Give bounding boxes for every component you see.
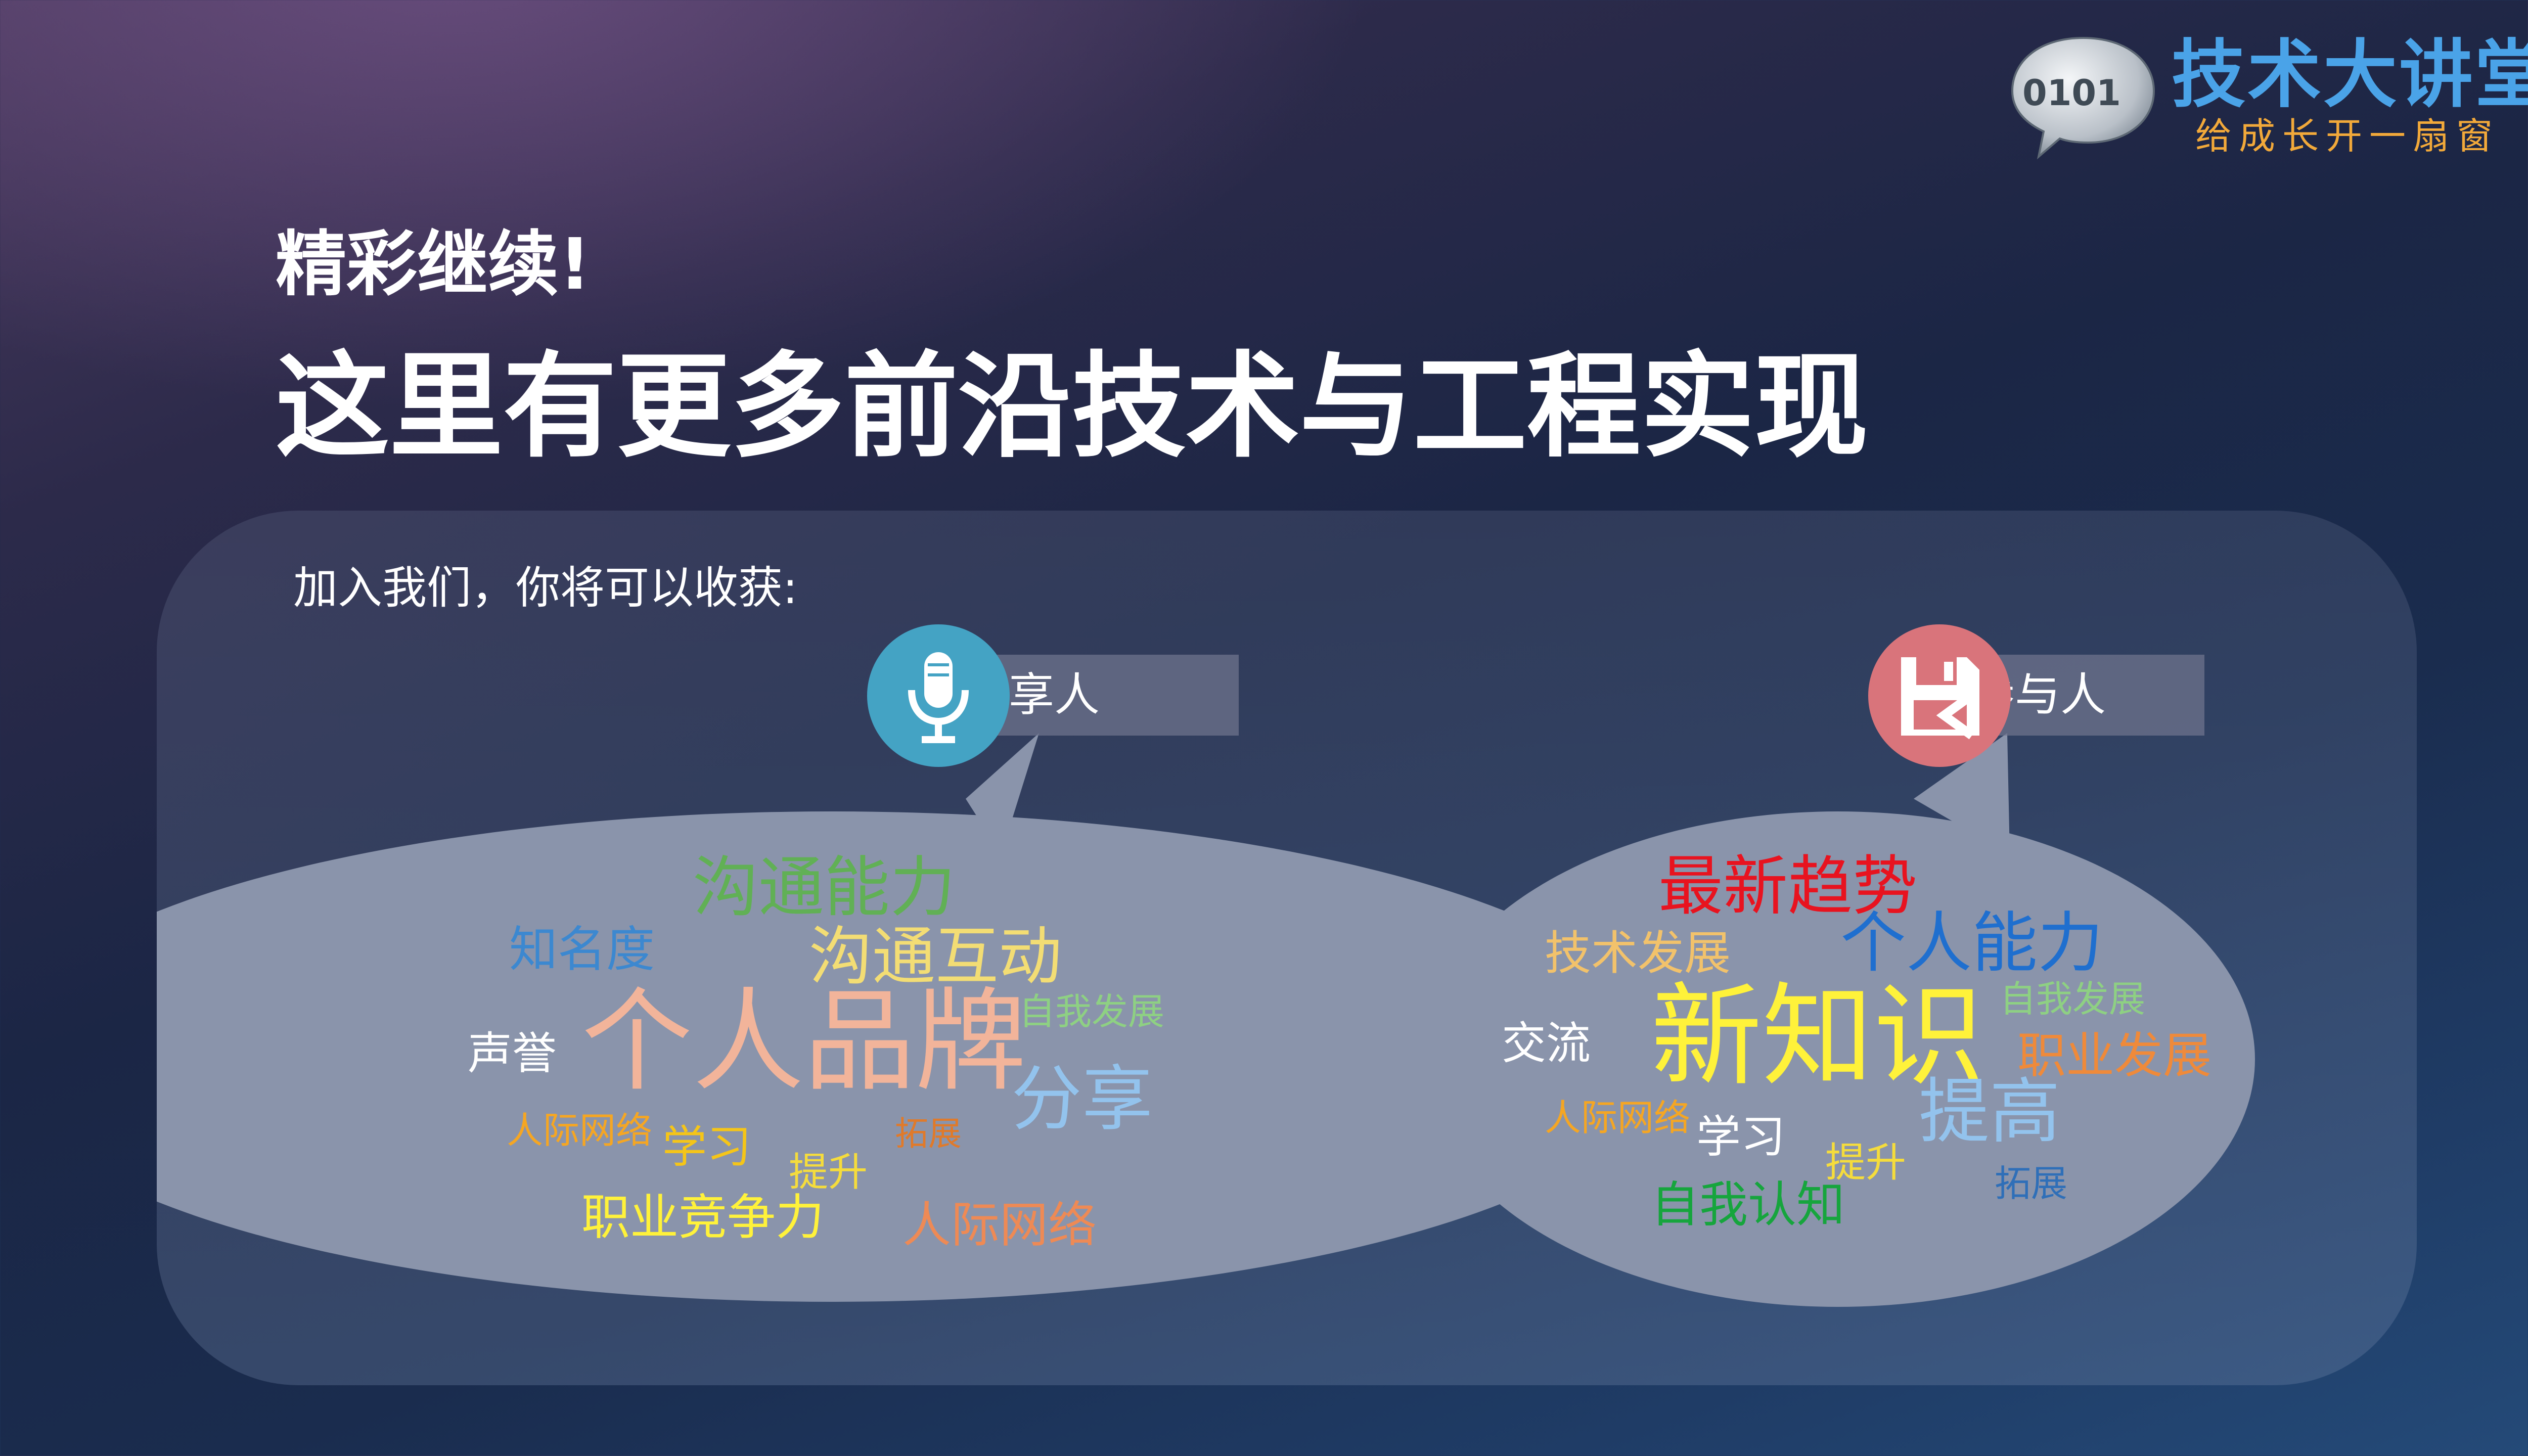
brand-logo: 0101 技术大讲堂 给成长开一扇窗: [2007, 30, 2528, 167]
participant-word: 技术发展: [1545, 926, 1731, 980]
svg-text:0101: 0101: [2022, 72, 2121, 114]
participant-word: 自我发展: [2000, 978, 2146, 1020]
microphone-icon: [908, 652, 969, 743]
participant-word: 拓展: [1995, 1162, 2068, 1205]
logo-tagline: 给成长开一扇窗: [2195, 115, 2500, 157]
page-subtitle: 精彩继续!: [276, 223, 591, 306]
sharer-word: 拓展: [895, 1114, 962, 1153]
sharer-word: 人际网络: [902, 1197, 1097, 1253]
participant-word: 人际网络: [1545, 1097, 1691, 1139]
sharer-word: 声誉: [468, 1027, 557, 1079]
speech-bubble-logo-icon: 0101: [2011, 36, 2155, 160]
sharer-word: 自我发展: [1019, 990, 1165, 1033]
sharer-icon-circle: [867, 624, 1010, 767]
sharer-word: 人际网络: [507, 1109, 653, 1152]
floppy-disk-icon: [1901, 657, 1979, 740]
participant-word: 提高: [1919, 1071, 2061, 1153]
participant-word: 个人能力: [1840, 904, 2104, 981]
sharer-word: 职业竞争力: [581, 1189, 824, 1246]
participant-word: 学习: [1696, 1111, 1786, 1163]
sharer-word: 沟通能力: [693, 849, 956, 926]
sharer-word: 提升: [789, 1150, 868, 1195]
sharer-word: 知名度: [509, 921, 655, 978]
participant-word: 交流: [1502, 1017, 1591, 1069]
sharer-word: 学习: [662, 1121, 752, 1173]
participant-word: 自我认知: [1651, 1176, 1845, 1233]
participant-icon-circle: [1868, 624, 2011, 767]
page-title: 这里有更多前沿技术与工程实现: [276, 341, 1868, 473]
sharer-word: 分享: [1011, 1058, 1153, 1141]
benefits-panel: 加入我们，你将可以收获: 分享人 参与人 沟通能力 知名度 沟通互动 个人品牌 …: [157, 511, 2417, 1385]
logo-title: 技术大讲堂: [2172, 32, 2528, 118]
sharer-word: 个人品牌: [581, 977, 1027, 1106]
